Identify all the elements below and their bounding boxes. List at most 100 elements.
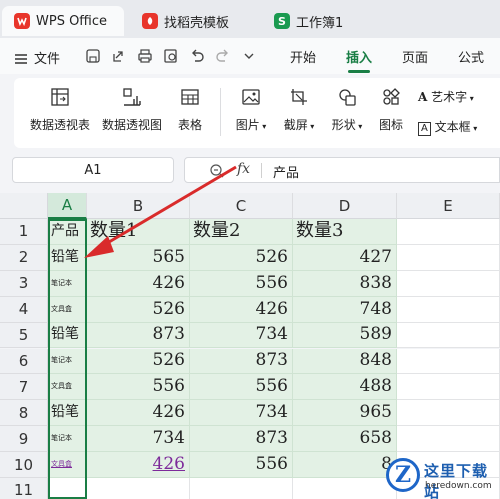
cell-c5[interactable]: 734: [190, 322, 293, 349]
formula-bar[interactable]: fx 产品: [184, 157, 500, 183]
pivot-table-button[interactable]: 数据透视表: [28, 86, 92, 133]
cell-b11[interactable]: [87, 478, 190, 499]
row-header-6[interactable]: 6: [0, 348, 48, 375]
cell-c1[interactable]: 数量2: [190, 219, 293, 245]
formula-value[interactable]: 产品: [273, 162, 299, 181]
cell-d4[interactable]: 748: [293, 296, 397, 323]
share-icon[interactable]: [110, 47, 128, 65]
tab-wps-office[interactable]: WPS Office: [2, 6, 124, 36]
cell-d8[interactable]: 965: [293, 400, 397, 427]
redo-icon[interactable]: [214, 47, 232, 65]
column-header-a[interactable]: A: [48, 193, 87, 219]
cell-c3[interactable]: 556: [190, 270, 293, 297]
cell-b8[interactable]: 426: [87, 400, 190, 427]
cell-c10[interactable]: 556: [190, 452, 293, 478]
column-header-b[interactable]: B: [87, 193, 190, 219]
cell-d1[interactable]: 数量3: [293, 219, 397, 245]
cell-a10[interactable]: 文具盒: [48, 452, 87, 478]
cell-c6[interactable]: 873: [190, 348, 293, 375]
cell-c4[interactable]: 426: [190, 296, 293, 323]
art-text-button[interactable]: A 艺术字 ▾: [418, 88, 474, 105]
name-box[interactable]: A1: [12, 157, 174, 183]
cell-a1[interactable]: 产品: [48, 219, 87, 245]
row-header-11[interactable]: 11: [0, 478, 48, 499]
cell-a3[interactable]: 笔记本: [48, 270, 87, 297]
cell-a9[interactable]: 笔记本: [48, 426, 87, 453]
cell-a5[interactable]: 铅笔: [48, 322, 87, 349]
column-header-e[interactable]: E: [397, 193, 500, 219]
tab-home[interactable]: 开始: [290, 47, 316, 66]
cell-e8[interactable]: [397, 400, 500, 427]
cell-d2[interactable]: 427: [293, 244, 397, 271]
cell-d6[interactable]: 848: [293, 348, 397, 375]
row-header-2[interactable]: 2: [0, 244, 48, 271]
cell-b1[interactable]: 数量1: [87, 219, 190, 245]
column-header-c[interactable]: C: [190, 193, 293, 219]
cell-c11[interactable]: [190, 478, 293, 499]
tab-page[interactable]: 页面: [402, 47, 428, 66]
cell-d7[interactable]: 488: [293, 374, 397, 401]
cell-a2[interactable]: 铅笔: [48, 244, 87, 271]
zoom-icon[interactable]: [209, 163, 225, 183]
cell-a7[interactable]: 文具盒: [48, 374, 87, 401]
cell-d9[interactable]: 658: [293, 426, 397, 453]
tab-insert[interactable]: 插入: [346, 47, 372, 66]
cell-e5[interactable]: [397, 322, 500, 349]
tab-formula[interactable]: 公式: [458, 47, 484, 66]
row-header-4[interactable]: 4: [0, 296, 48, 323]
cell-d5[interactable]: 589: [293, 322, 397, 349]
cell-d11[interactable]: [293, 478, 397, 499]
cell-e7[interactable]: [397, 374, 500, 401]
screenshot-button[interactable]: 截屏 ▾: [278, 86, 320, 133]
cell-d10[interactable]: 8: [293, 452, 397, 478]
cell-b2[interactable]: 565: [87, 244, 190, 271]
cell-c8[interactable]: 734: [190, 400, 293, 427]
row-header-1[interactable]: 1: [0, 219, 48, 245]
tab-workbook[interactable]: S 工作簿1: [262, 6, 382, 36]
print-icon[interactable]: [136, 47, 154, 65]
cell-c9[interactable]: 873: [190, 426, 293, 453]
cell-a8[interactable]: 铅笔: [48, 400, 87, 427]
tab-docer-templates[interactable]: 找稻壳模板: [130, 6, 256, 36]
cell-e6[interactable]: [397, 348, 500, 375]
cell-b10[interactable]: 426: [87, 452, 190, 478]
hamburger-icon[interactable]: [14, 50, 28, 64]
chevron-down-icon[interactable]: [240, 47, 258, 65]
row-header-7[interactable]: 7: [0, 374, 48, 401]
fx-button[interactable]: fx: [237, 161, 250, 177]
cell-c2[interactable]: 526: [190, 244, 293, 271]
row-header-9[interactable]: 9: [0, 426, 48, 453]
row-header-8[interactable]: 8: [0, 400, 48, 427]
cell-e4[interactable]: [397, 296, 500, 323]
column-header-d[interactable]: D: [293, 193, 397, 219]
cell-e9[interactable]: [397, 426, 500, 453]
cell-a6[interactable]: 笔记本: [48, 348, 87, 375]
file-menu[interactable]: 文件: [34, 48, 60, 67]
cell-b3[interactable]: 426: [87, 270, 190, 297]
text-box-button[interactable]: A 文本框 ▾: [418, 118, 477, 136]
picture-button[interactable]: 图片 ▾: [230, 86, 272, 133]
save-icon[interactable]: [84, 47, 102, 65]
cell-b6[interactable]: 526: [87, 348, 190, 375]
pivot-chart-button[interactable]: 数据透视图: [100, 86, 164, 133]
cell-a11[interactable]: [48, 478, 87, 499]
undo-icon[interactable]: [188, 47, 206, 65]
cell-a4[interactable]: 文具盒: [48, 296, 87, 323]
cell-e1[interactable]: [397, 219, 500, 245]
print-preview-icon[interactable]: [162, 47, 180, 65]
shape-button[interactable]: 形状 ▾: [326, 86, 368, 133]
cell-b5[interactable]: 873: [87, 322, 190, 349]
icons-button[interactable]: 图标: [374, 86, 408, 133]
cell-b9[interactable]: 734: [87, 426, 190, 453]
cell-b7[interactable]: 556: [87, 374, 190, 401]
select-all-corner[interactable]: [0, 193, 48, 219]
row-header-10[interactable]: 10: [0, 452, 48, 478]
cell-b4[interactable]: 526: [87, 296, 190, 323]
row-header-3[interactable]: 3: [0, 270, 48, 297]
cell-c7[interactable]: 556: [190, 374, 293, 401]
table-button[interactable]: 表格: [172, 86, 208, 133]
cell-e2[interactable]: [397, 244, 500, 271]
cell-e3[interactable]: [397, 270, 500, 297]
cell-d3[interactable]: 838: [293, 270, 397, 297]
row-header-5[interactable]: 5: [0, 322, 48, 349]
